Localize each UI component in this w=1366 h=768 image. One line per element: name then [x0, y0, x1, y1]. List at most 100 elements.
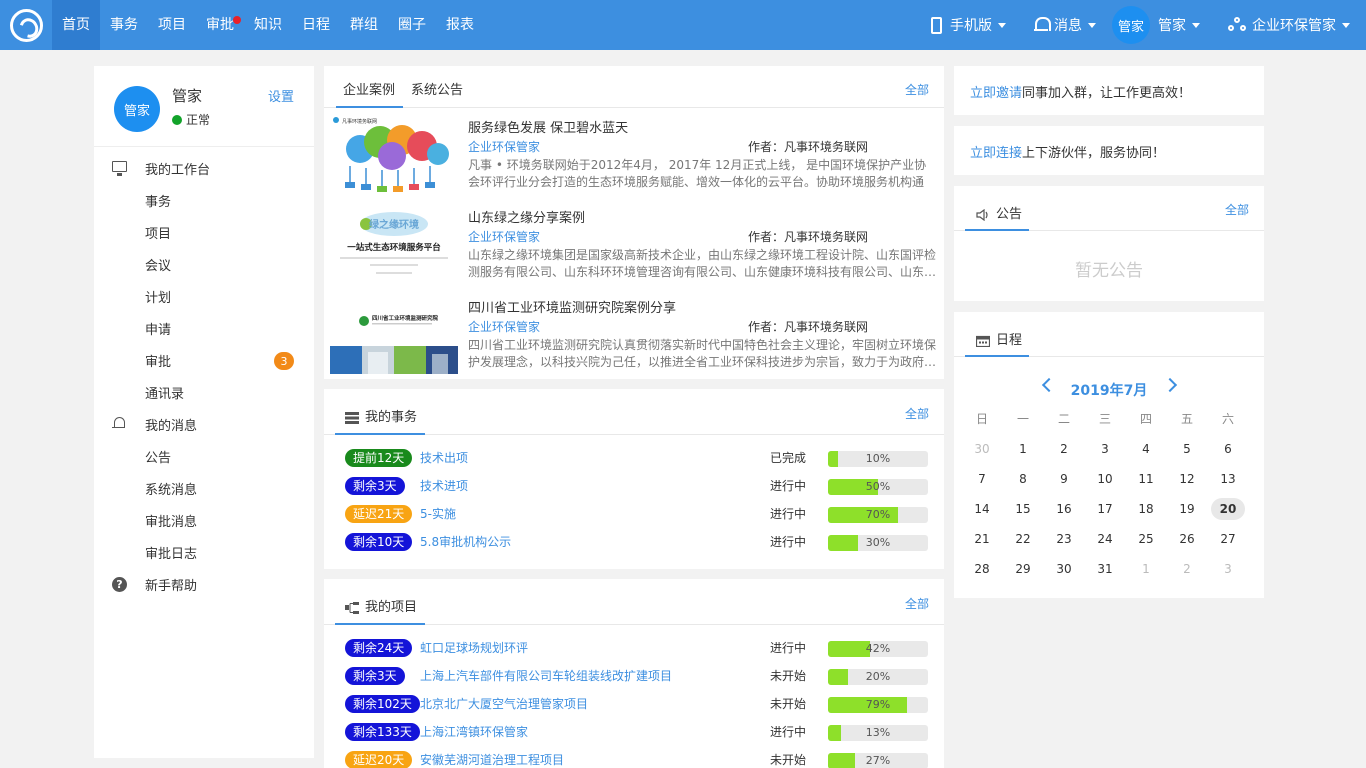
item-name-link[interactable]: 虹口足球场规划环评 — [420, 639, 528, 657]
case-title[interactable]: 服务绿色发展 保卫碧水蓝天 — [468, 117, 628, 136]
calendar-day[interactable]: 28 — [965, 558, 999, 580]
project-row[interactable]: 剩余3天 上海上汽车部件有限公司车轮组装线改扩建项目 未开始 20% — [324, 663, 944, 691]
tab-system-notices[interactable]: 系统公告 — [411, 79, 463, 98]
calendar-day[interactable]: 5 — [1170, 438, 1204, 460]
projects-more-link[interactable]: 全部 — [905, 595, 929, 612]
item-name-link[interactable]: 技术出项 — [420, 449, 468, 467]
calendar-day[interactable]: 8 — [1006, 468, 1040, 490]
calendar-day[interactable]: 7 — [965, 468, 999, 490]
item-name-link[interactable]: 北京北广大厦空气治理管家项目 — [420, 695, 588, 713]
notice-more-link[interactable]: 全部 — [1225, 201, 1249, 218]
sidebar-item-projects[interactable]: 项目 — [94, 216, 314, 248]
calendar-day[interactable]: 29 — [1006, 558, 1040, 580]
connect-link[interactable]: 立即连接 — [970, 146, 1022, 161]
nav-home[interactable]: 首页 — [52, 0, 100, 50]
calendar-day[interactable]: 4 — [1129, 438, 1163, 460]
calendar-day[interactable]: 24 — [1088, 528, 1122, 550]
calendar-day[interactable]: 13 — [1211, 468, 1245, 490]
calendar-day[interactable]: 31 — [1088, 558, 1122, 580]
app-logo-icon[interactable] — [10, 9, 43, 42]
nav-circles[interactable]: 圈子 — [388, 0, 436, 50]
calendar-day[interactable]: 10 — [1088, 468, 1122, 490]
calendar-day[interactable]: 1 — [1006, 438, 1040, 460]
user-menu[interactable]: 管家 管家 — [1110, 0, 1214, 50]
nav-knowledge[interactable]: 知识 — [244, 0, 292, 50]
sidebar-item-workbench[interactable]: 我的工作台 — [94, 152, 314, 184]
case-item[interactable]: 绿之缘环境 一站式生态环境服务平台 山东绿之缘分享案例 企业环保管家 作者：凡事… — [324, 198, 944, 288]
sidebar-item-my-messages[interactable]: 我的消息 — [94, 408, 314, 440]
calendar-day[interactable]: 15 — [1006, 498, 1040, 520]
sidebar-item-affairs[interactable]: 事务 — [94, 184, 314, 216]
affair-row[interactable]: 剩余3天 技术进项 进行中 50% — [324, 473, 944, 501]
nav-projects[interactable]: 项目 — [148, 0, 196, 50]
item-name-link[interactable]: 安徽芜湖河道治理工程项目 — [420, 751, 564, 768]
org-menu[interactable]: 企业环保管家 — [1214, 0, 1366, 50]
item-name-link[interactable]: 上海上汽车部件有限公司车轮组装线改扩建项目 — [420, 667, 672, 685]
calendar-day[interactable]: 6 — [1211, 438, 1245, 460]
calendar-day[interactable]: 27 — [1211, 528, 1245, 550]
affairs-more-link[interactable]: 全部 — [905, 405, 929, 422]
nav-reports[interactable]: 报表 — [436, 0, 484, 50]
calendar-day[interactable]: 20 — [1211, 498, 1245, 520]
calendar-day[interactable]: 25 — [1129, 528, 1163, 550]
invite-link[interactable]: 立即邀请 — [970, 86, 1022, 101]
item-name-link[interactable]: 上海江湾镇环保管家 — [420, 723, 528, 741]
case-org[interactable]: 企业环保管家 — [468, 318, 540, 335]
sidebar-item-approval-log[interactable]: 审批日志 — [94, 536, 314, 568]
calendar-day[interactable]: 22 — [1006, 528, 1040, 550]
sidebar-item-system-messages[interactable]: 系统消息 — [94, 472, 314, 504]
nav-approval[interactable]: 审批 — [196, 0, 244, 50]
calendar-day[interactable]: 2 — [1170, 558, 1204, 580]
calendar-day[interactable]: 30 — [965, 438, 999, 460]
item-name-link[interactable]: 技术进项 — [420, 477, 468, 495]
calendar-day[interactable]: 19 — [1170, 498, 1204, 520]
mobile-version-menu[interactable]: 手机版 — [917, 0, 1020, 50]
calendar-day[interactable]: 3 — [1211, 558, 1245, 580]
settings-link[interactable]: 设置 — [268, 86, 294, 105]
sidebar-item-approval[interactable]: 审批 3 — [94, 344, 314, 376]
case-title[interactable]: 山东绿之缘分享案例 — [468, 207, 585, 226]
calendar-day[interactable]: 2 — [1047, 438, 1081, 460]
messages-menu[interactable]: 消息 — [1020, 0, 1110, 50]
calendar-day[interactable]: 18 — [1129, 498, 1163, 520]
case-org[interactable]: 企业环保管家 — [468, 228, 540, 245]
project-row[interactable]: 剩余133天 上海江湾镇环保管家 进行中 13% — [324, 719, 944, 747]
nav-schedule[interactable]: 日程 — [292, 0, 340, 50]
tab-enterprise-cases[interactable]: 企业案例 — [343, 79, 395, 98]
calendar-day[interactable]: 1 — [1129, 558, 1163, 580]
calendar-day[interactable]: 17 — [1088, 498, 1122, 520]
sidebar-item-help[interactable]: ? 新手帮助 — [94, 568, 314, 600]
cases-more-link[interactable]: 全部 — [905, 81, 929, 98]
calendar-day[interactable]: 30 — [1047, 558, 1081, 580]
sidebar-item-approval-messages[interactable]: 审批消息 — [94, 504, 314, 536]
item-name-link[interactable]: 5.8审批机构公示 — [420, 533, 511, 551]
calendar-day[interactable]: 3 — [1088, 438, 1122, 460]
project-row[interactable]: 剩余24天 虹口足球场规划环评 进行中 42% — [324, 635, 944, 663]
affair-row[interactable]: 延迟21天 5-实施 进行中 70% — [324, 501, 944, 529]
profile-avatar[interactable]: 管家 — [114, 86, 160, 132]
sidebar-item-announcements[interactable]: 公告 — [94, 440, 314, 472]
project-row[interactable]: 剩余102天 北京北广大厦空气治理管家项目 未开始 79% — [324, 691, 944, 719]
case-item[interactable]: 四川省工业环境监测研究院 四川省工业环境监测研究院案例分享 企业环保管家 作者：… — [324, 288, 944, 378]
calendar-day[interactable]: 11 — [1129, 468, 1163, 490]
affair-row[interactable]: 提前12天 技术出项 已完成 10% — [324, 445, 944, 473]
calendar-day[interactable]: 26 — [1170, 528, 1204, 550]
case-title[interactable]: 四川省工业环境监测研究院案例分享 — [468, 297, 676, 316]
sidebar-item-applications[interactable]: 申请 — [94, 312, 314, 344]
calendar-day[interactable]: 16 — [1047, 498, 1081, 520]
case-org[interactable]: 企业环保管家 — [468, 138, 540, 155]
sidebar-item-plans[interactable]: 计划 — [94, 280, 314, 312]
calendar-day[interactable]: 23 — [1047, 528, 1081, 550]
item-name-link[interactable]: 5-实施 — [420, 505, 456, 523]
case-item[interactable]: 凡事环境务联网 服务绿色发展 保卫碧水蓝天 企业环保管家 作者：凡事环境务联网 … — [324, 108, 944, 198]
calendar-day[interactable]: 21 — [965, 528, 999, 550]
calendar-day[interactable]: 9 — [1047, 468, 1081, 490]
sidebar-item-contacts[interactable]: 通讯录 — [94, 376, 314, 408]
affair-row[interactable]: 剩余10天 5.8审批机构公示 进行中 30% — [324, 529, 944, 557]
sidebar-item-meetings[interactable]: 会议 — [94, 248, 314, 280]
calendar-day[interactable]: 14 — [965, 498, 999, 520]
project-row[interactable]: 延迟20天 安徽芜湖河道治理工程项目 未开始 27% — [324, 747, 944, 768]
nav-affairs[interactable]: 事务 — [100, 0, 148, 50]
calendar-day[interactable]: 12 — [1170, 468, 1204, 490]
calendar-next-icon[interactable] — [1165, 375, 1179, 395]
